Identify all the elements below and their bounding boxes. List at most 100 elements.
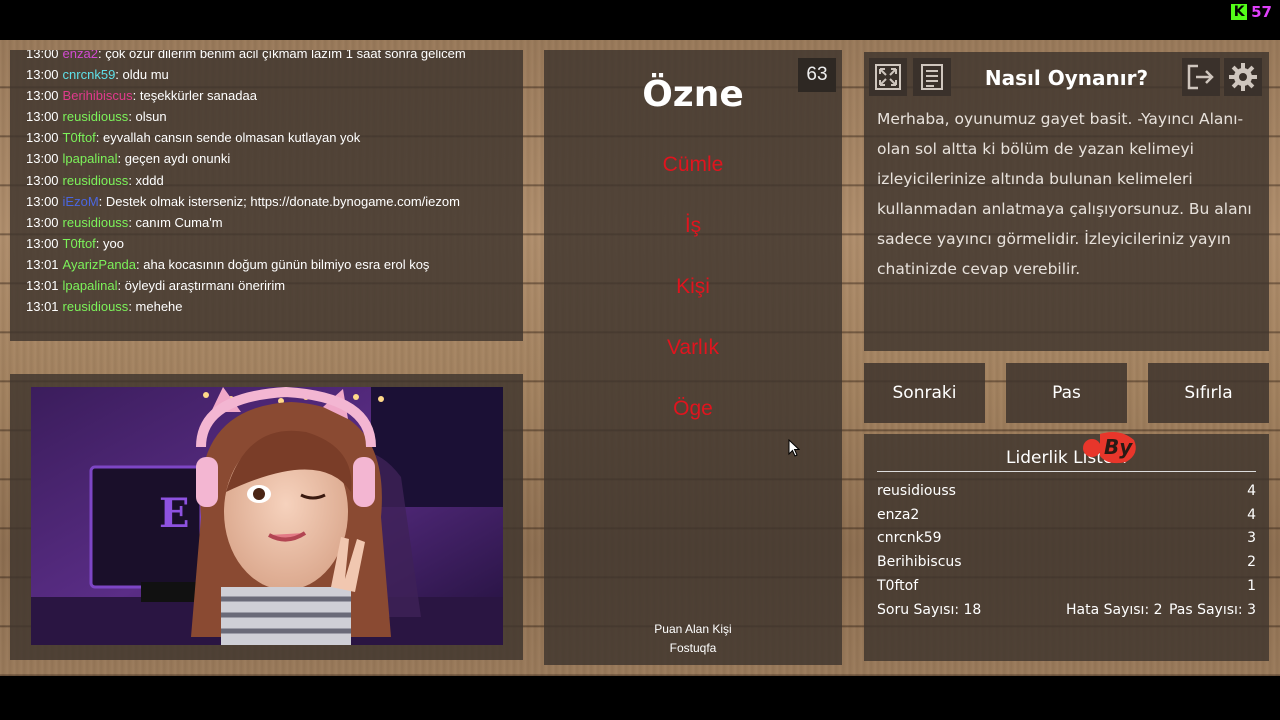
chat-timestamp: 13:00 <box>26 151 59 167</box>
chat-username[interactable]: reusidiouss <box>63 109 129 124</box>
player-score: 4 <box>1247 483 1256 499</box>
settings-button[interactable] <box>1224 58 1262 96</box>
forbidden-word: Varlık <box>666 336 720 359</box>
chat-text: : canım Cuma'm <box>128 214 223 230</box>
chat-message: 13:00 enza2: çok özür dilerim benim acil … <box>26 50 523 64</box>
leaderboard-title: Liderlik Listesi <box>877 448 1256 472</box>
chat-timestamp: 13:00 <box>26 235 59 251</box>
player-score: 1 <box>1247 578 1256 594</box>
chat-text: : Destek olmak isterseniz; https://donat… <box>98 193 460 209</box>
chat-message: 13:01 AyarizPanda: aha kocasının doğum gü… <box>26 254 523 275</box>
reset-button[interactable]: Sıfırla <box>1148 363 1269 423</box>
player-name: reusidiouss <box>877 483 956 499</box>
chat-message-list: 13:00 enza2: çok özür dilerim benim acil … <box>26 50 523 317</box>
chat-username[interactable]: reusidiouss <box>63 215 129 230</box>
chat-username[interactable]: reusidiouss <box>63 173 129 188</box>
chat-text: : öyleydi araştırmanı öneririm <box>117 278 286 294</box>
chat-text: : eyvallah cansın sende olmasan kutlayan… <box>95 130 361 146</box>
chat-message: 13:00 T0ftof: eyvallah cansın sende olmas… <box>26 127 523 148</box>
chat-timestamp: 13:00 <box>26 172 59 188</box>
by-badge-text: By <box>1104 435 1133 459</box>
leaderboard-row: enza2 4 <box>877 507 1256 523</box>
question-count: Soru Sayısı: 18 <box>877 602 982 618</box>
word-card-panel: 63 Özne Cümle İş Kişi Varlık Öge Puan Al… <box>544 50 842 665</box>
chat-message: 13:00 cnrcnk59: oldu mu <box>26 64 523 85</box>
by-overlay-badge: By <box>1082 426 1140 466</box>
player-score: 3 <box>1247 530 1256 546</box>
chat-username[interactable]: cnrcnk59 <box>63 67 116 82</box>
leaderboard-row: cnrcnk59 3 <box>877 530 1256 546</box>
pass-button[interactable]: Pas <box>1006 363 1127 423</box>
player-name: enza2 <box>877 507 920 523</box>
pass-count: Pas Sayısı: 3 <box>1168 602 1256 618</box>
chat-text: : teşekkürler sanadaa <box>132 88 257 104</box>
chat-timestamp: 13:00 <box>26 50 59 61</box>
player-score: 4 <box>1247 507 1256 523</box>
streamer-camera-panel: E <box>10 374 523 660</box>
kick-logo-icon: K <box>1231 4 1248 20</box>
mouse-cursor-icon <box>788 438 801 461</box>
chat-text: : aha kocasının doğum günün bilmiyo esra… <box>136 256 430 272</box>
chat-timestamp: 13:00 <box>26 193 59 209</box>
top-black-bar: K 57 <box>0 0 1280 40</box>
svg-text:E: E <box>159 490 190 537</box>
forbidden-word: Cümle <box>662 153 724 176</box>
chat-message: 13:00 iEzoM: Destek olmak isterseniz; htt… <box>26 191 523 212</box>
forbidden-word: Kişi <box>676 275 710 298</box>
chat-username[interactable]: T0ftof <box>63 236 96 251</box>
scorer-name: Fostuqfa <box>669 641 717 655</box>
forbidden-word: İş <box>684 214 702 237</box>
chat-timestamp: 13:00 <box>26 67 59 83</box>
exit-icon <box>1187 64 1214 90</box>
chat-message: 13:01 reusidiouss: mehehe <box>26 296 523 317</box>
chat-message: 13:01 lpapalinal: öyleydi araştırmanı öne… <box>26 275 523 296</box>
chat-message: 13:00 Berihibiscus: teşekkürler sanadaa <box>26 85 523 106</box>
scorer-label: Puan Alan Kişi <box>654 622 732 636</box>
chat-timestamp: 13:01 <box>26 299 59 315</box>
player-score: 2 <box>1247 554 1256 570</box>
chat-timestamp: 13:01 <box>26 278 59 294</box>
chat-text: : olsun <box>128 109 167 125</box>
chat-username[interactable]: lpapalinal <box>63 278 118 293</box>
chat-text: : xddd <box>128 172 164 188</box>
chat-text: : çok özür dilerim benim acil çıkmam laz… <box>97 50 466 61</box>
chat-message: 13:00 reusidiouss: canım Cuma'm <box>26 212 523 233</box>
chat-message: 13:00 T0ftof: yoo <box>26 233 523 254</box>
chat-timestamp: 13:00 <box>26 109 59 125</box>
chat-text: : geçen aydı onunki <box>117 151 231 167</box>
chat-message: 13:00 reusidiouss: xddd <box>26 170 523 191</box>
chat-username[interactable]: enza2 <box>63 50 98 61</box>
chat-panel[interactable]: 13:00 enza2: çok özür dilerim benim acil … <box>10 50 523 341</box>
next-button[interactable]: Sonraki <box>864 363 985 423</box>
player-name: cnrcnk59 <box>877 530 942 546</box>
chat-message: 13:00 reusidiouss: olsun <box>26 106 523 127</box>
viewer-count: 57 <box>1251 3 1272 21</box>
how-to-play-text: Merhaba, oyunumuz gayet basit. -Yayıncı … <box>877 110 1252 278</box>
kick-viewer-badge: K 57 <box>1231 3 1272 21</box>
gear-icon <box>1229 63 1257 91</box>
target-word: Özne <box>642 74 744 115</box>
chat-username[interactable]: iEzoM <box>63 194 99 209</box>
chat-message: 13:00 lpapalinal: geçen aydı onunki <box>26 148 523 169</box>
leaderboard-row: T0ftof 1 <box>877 578 1256 594</box>
chat-username[interactable]: AyarizPanda <box>63 257 136 272</box>
chat-username[interactable]: Berihibiscus <box>63 88 133 103</box>
chat-text: : oldu mu <box>115 67 169 83</box>
leaderboard-row: reusidiouss 4 <box>877 483 1256 499</box>
chat-username[interactable]: reusidiouss <box>63 299 129 314</box>
chat-timestamp: 13:00 <box>26 130 59 146</box>
chat-username[interactable]: T0ftof <box>63 130 96 145</box>
chat-timestamp: 13:01 <box>26 256 59 272</box>
how-to-play-panel: Nasıl Oynanır? Merhaba, oyunumuz gayet b… <box>864 52 1269 351</box>
forbidden-word: Öge <box>673 397 713 420</box>
streamer-avatar-image: E <box>31 387 503 645</box>
exit-button[interactable] <box>1182 58 1220 96</box>
chat-timestamp: 13:00 <box>26 88 59 104</box>
player-name: T0ftof <box>877 578 919 594</box>
chat-username[interactable]: lpapalinal <box>63 151 118 166</box>
bottom-black-bar <box>0 676 1280 720</box>
chat-timestamp: 13:00 <box>26 214 59 230</box>
leaderboard-row: Berihibiscus 2 <box>877 554 1256 570</box>
player-name: Berihibiscus <box>877 554 962 570</box>
chat-text: : yoo <box>95 235 124 251</box>
